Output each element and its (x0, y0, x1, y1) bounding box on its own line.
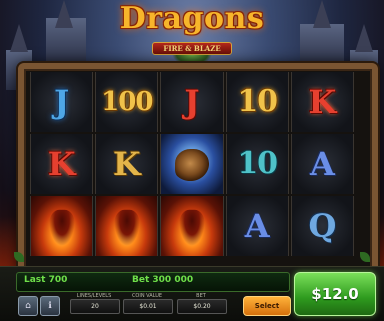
dragon-wild-icon (174, 149, 209, 182)
game-logo: Dragons FIRE & BLAZE (100, 2, 284, 62)
reel-cell-fire (95, 196, 159, 256)
fire-dragon-icon (178, 209, 205, 246)
lines-selector[interactable]: 20 (70, 299, 120, 314)
reel-grid: J 100 J 10 K K K 10 A A Q (30, 72, 354, 256)
symbol-100: 100 (101, 87, 153, 117)
select-button[interactable]: Select (243, 296, 291, 316)
home-icon: ⌂ (25, 301, 31, 311)
paytable-button[interactable]: ℹ (40, 296, 60, 316)
symbol-j: J (54, 83, 70, 121)
bet-selector[interactable]: $0.20 (177, 299, 227, 314)
symbol-k: K (308, 83, 337, 121)
home-button[interactable]: ⌂ (18, 296, 38, 316)
symbol-j: J (184, 83, 200, 121)
symbol-10: 10 (237, 146, 278, 181)
reel-cell: J (30, 72, 94, 132)
reel-cell: K (95, 134, 159, 194)
symbol-k: K (112, 145, 141, 183)
fire-dragon-icon (48, 209, 75, 246)
symbol-a: A (309, 145, 335, 183)
reel-cell: K (30, 134, 94, 194)
reel-cell: K (290, 72, 354, 132)
symbol-a: A (244, 207, 270, 245)
reel-cell: 100 (95, 72, 159, 132)
bet-info-text: Bet 300 000 (132, 275, 194, 285)
game-title: Dragons (119, 1, 265, 36)
reel-cell-fire (30, 196, 94, 256)
castle-tower-right (300, 24, 344, 68)
spin-button[interactable]: $12.0 (294, 272, 376, 316)
game-subtitle: FIRE & BLAZE (152, 42, 232, 55)
castle-spire-right (313, 0, 331, 28)
symbol-k: K (47, 145, 76, 183)
reel-cell-wild (160, 134, 224, 194)
coin-value-selector[interactable]: $0.01 (123, 299, 173, 314)
castle-spire-left (55, 0, 73, 28)
reel-cell: Q (290, 196, 354, 256)
last-win-text: Last 700 (24, 275, 68, 285)
reel-cell: A (225, 196, 289, 256)
symbol-10: 10 (237, 84, 278, 119)
reel-cell: A (290, 134, 354, 194)
castle-spire-right-small (355, 24, 373, 52)
info-icon: ℹ (48, 301, 52, 311)
reel-cell: 10 (225, 72, 289, 132)
castle-spire-left-small (10, 24, 28, 52)
reel-cell: 10 (225, 134, 289, 194)
reel-cell-fire (160, 196, 224, 256)
symbol-q: Q (308, 207, 337, 245)
reel-cell: J (160, 72, 224, 132)
fire-dragon-icon (113, 209, 140, 246)
